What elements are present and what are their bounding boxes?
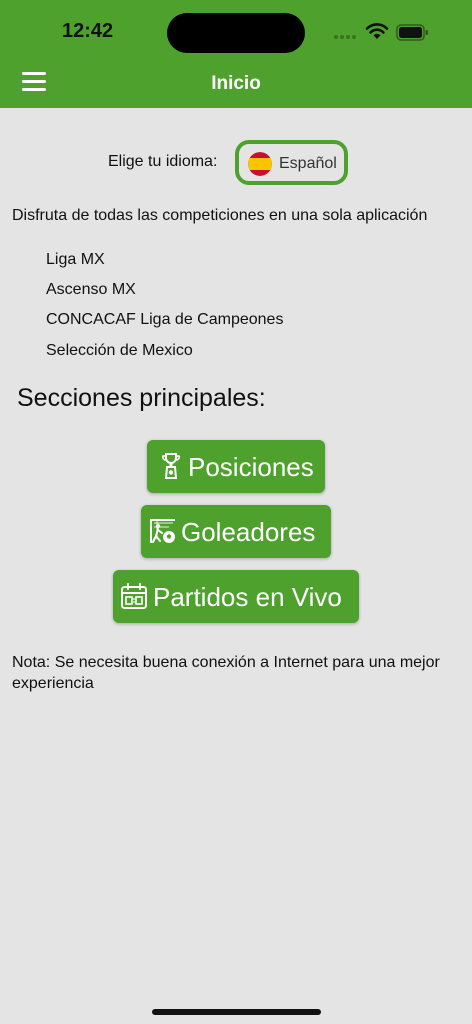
cellular-signal-icon	[334, 35, 360, 40]
language-selected-label: Español	[279, 155, 337, 172]
language-selector-button[interactable]: Español	[235, 140, 348, 185]
status-time: 12:42	[62, 20, 114, 42]
page-title: Inicio	[211, 73, 261, 94]
language-label: Elige tu idioma:	[108, 153, 218, 170]
partidos-en-vivo-label: Partidos en Vivo	[153, 582, 342, 612]
connection-note: Nota: Se necesita buena conexión a Inter…	[12, 654, 440, 692]
posiciones-label: Posiciones	[188, 452, 314, 482]
trophy-icon	[162, 453, 180, 479]
dynamic-island	[167, 13, 305, 53]
competition-item: Liga MX	[46, 251, 105, 268]
goleadores-button[interactable]: Goleadores	[141, 505, 331, 558]
wifi-icon	[365, 23, 389, 39]
sections-title: Secciones principales:	[17, 384, 266, 412]
battery-icon	[396, 24, 428, 41]
spain-flag-icon	[248, 152, 272, 176]
partidos-en-vivo-button[interactable]: Partidos en Vivo	[113, 570, 359, 623]
posiciones-button[interactable]: Posiciones	[147, 440, 325, 493]
competition-item: CONCACAF Liga de Campeones	[46, 311, 284, 328]
calendar-scoreboard-icon	[121, 583, 147, 609]
competition-item: Selección de Mexico	[46, 342, 193, 359]
goleadores-label: Goleadores	[181, 517, 316, 547]
competition-item: Ascenso MX	[46, 281, 136, 298]
home-indicator	[152, 1009, 321, 1015]
intro-text: Disfruta de todas las competiciones en u…	[12, 207, 428, 224]
status-bar: 12:42	[0, 0, 472, 62]
navigation-bar: Inicio	[0, 62, 472, 108]
goal-icon	[150, 519, 175, 543]
